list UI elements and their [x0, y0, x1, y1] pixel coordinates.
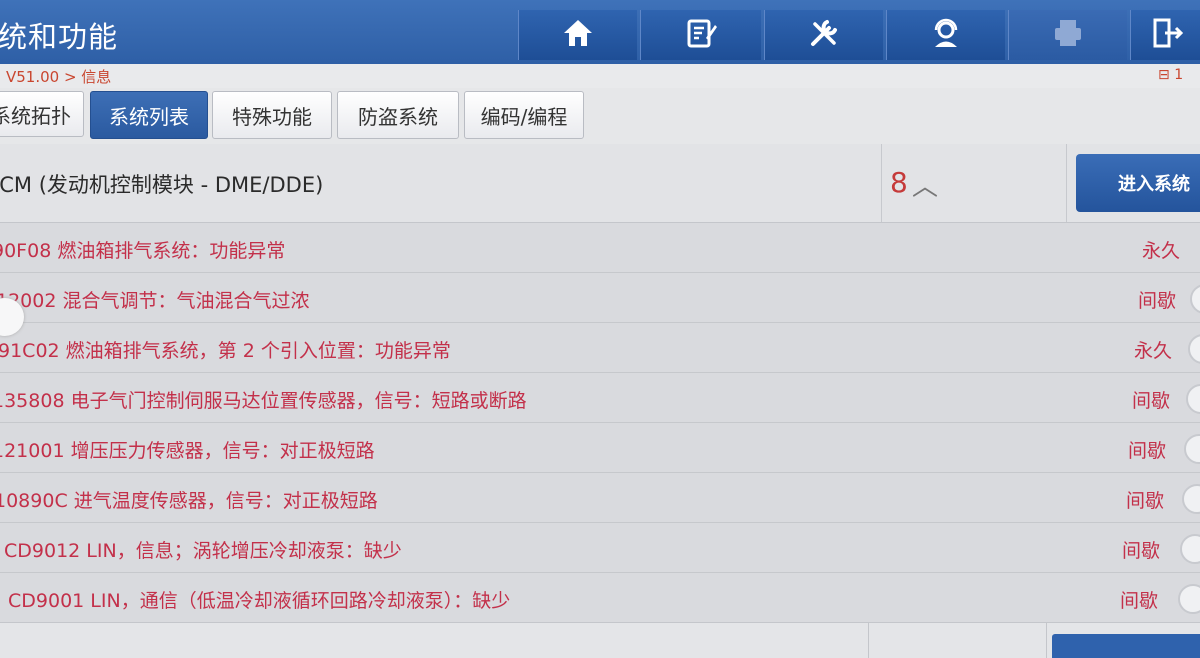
dtc-status: 永久: [1142, 240, 1181, 262]
dtc-row[interactable]: 90F08 燃油箱排气系统：功能异常 永久: [0, 222, 1200, 273]
select-radio[interactable]: [1180, 534, 1200, 564]
dtc-status: 间歇: [1128, 440, 1167, 462]
dtc-status: 间歇: [1138, 290, 1177, 312]
divider: [881, 144, 882, 222]
home-button[interactable]: [518, 10, 637, 60]
bottom-bar: [0, 622, 1200, 658]
tools-button[interactable]: [764, 10, 883, 60]
ecm-label: ECM (发动机控制模块 - DME/DDE): [0, 173, 324, 197]
battery-indicator: ⊟ 1: [1158, 67, 1183, 83]
tab-coding-programming[interactable]: 编码/编程: [464, 91, 584, 139]
tab-bar: 系统拓扑 系统列表 特殊功能 防盗系统 编码/编程: [0, 88, 1200, 144]
bottom-action-button[interactable]: [1052, 634, 1200, 658]
dtc-row[interactable]: 12002 混合气调节：气油混合气过浓 间歇: [0, 272, 1200, 323]
dtc-row[interactable]: 10890C 进气温度传感器，信号：对正极短路 间歇: [0, 472, 1200, 523]
breadcrumb-bar: V51.00 > 信息 ⊟ 1: [0, 64, 1200, 88]
tab-immobilizer[interactable]: 防盗系统: [337, 91, 459, 139]
exit-icon: [1149, 16, 1184, 54]
dtc-status: 间歇: [1122, 540, 1161, 562]
print-icon: [1051, 16, 1085, 54]
divider: [1066, 144, 1067, 222]
screen: 统和功能 V51.00 > 信息 ⊟ 1 系统拓扑 系统列表 特殊功能 防盗系统…: [0, 0, 1200, 658]
dtc-list: 90F08 燃油箱排气系统：功能异常 永久 12002 混合气调节：气油混合气过…: [0, 222, 1200, 623]
enter-system-button[interactable]: 进入系统: [1076, 154, 1200, 212]
dtc-description: 10890C 进气温度传感器，信号：对正极短路: [0, 490, 378, 512]
collapse-chevron-icon[interactable]: ︿: [912, 166, 938, 203]
dtc-row[interactable]: CD9012 LIN，信息；涡轮增压冷却液泵：缺少 间歇: [0, 522, 1200, 573]
dtc-status: 间歇: [1132, 390, 1171, 412]
report-button[interactable]: [640, 10, 761, 60]
select-radio[interactable]: [1178, 584, 1200, 614]
print-button[interactable]: [1008, 10, 1127, 60]
tab-system-list[interactable]: 系统列表: [90, 91, 208, 139]
support-icon: [929, 16, 963, 54]
dtc-description: 90F08 燃油箱排气系统：功能异常: [0, 240, 286, 262]
divider: [1046, 623, 1047, 658]
divider: [868, 623, 869, 658]
dtc-description: 91C02 燃油箱排气系统，第 2 个引入位置：功能异常: [0, 340, 451, 362]
dtc-row[interactable]: CD9001 LIN，通信（低温冷却液循环回路冷却液泵）：缺少 间歇: [0, 572, 1200, 623]
dtc-row[interactable]: 91C02 燃油箱排气系统，第 2 个引入位置：功能异常 永久: [0, 322, 1200, 373]
tools-icon: [807, 16, 841, 54]
select-radio[interactable]: [1190, 284, 1200, 314]
tab-special-functions[interactable]: 特殊功能: [212, 91, 332, 139]
battery-icon: ⊟: [1158, 67, 1170, 83]
battery-value: 1: [1174, 67, 1184, 83]
dtc-description: CD9012 LIN，信息；涡轮增压冷却液泵：缺少: [4, 540, 402, 562]
dtc-row[interactable]: 135808 电子气门控制伺服马达位置传感器，信号：短路或断路 间歇: [0, 372, 1200, 423]
page-title: 统和功能: [0, 20, 119, 54]
support-button[interactable]: [886, 10, 1005, 60]
ecm-row[interactable]: ECM (发动机控制模块 - DME/DDE) 8 ︿ 进入系统: [0, 144, 1200, 223]
select-radio[interactable]: [1184, 434, 1200, 464]
home-icon: [561, 16, 595, 54]
edit-report-icon: [684, 16, 718, 54]
select-radio[interactable]: [1182, 484, 1200, 514]
dtc-status: 永久: [1134, 340, 1173, 362]
exit-button[interactable]: [1130, 10, 1200, 60]
dtc-description: 12002 混合气调节：气油混合气过浓: [0, 290, 310, 312]
dtc-description: CD9001 LIN，通信（低温冷却液循环回路冷却液泵）：缺少: [8, 590, 511, 612]
dtc-row[interactable]: 121001 增压压力传感器，信号：对正极短路 间歇: [0, 422, 1200, 473]
dtc-description: 135808 电子气门控制伺服马达位置传感器，信号：短路或断路: [0, 390, 527, 412]
dtc-status: 间歇: [1120, 590, 1159, 612]
select-radio[interactable]: [1188, 334, 1200, 364]
breadcrumb: V51.00 > 信息: [6, 68, 112, 86]
fault-count: 8: [890, 166, 908, 199]
tab-system-topology[interactable]: 系统拓扑: [0, 91, 84, 137]
select-radio[interactable]: [1186, 384, 1200, 414]
dtc-description: 121001 增压压力传感器，信号：对正极短路: [0, 440, 375, 462]
dtc-status: 间歇: [1126, 490, 1165, 512]
app-header: 统和功能: [0, 0, 1200, 64]
